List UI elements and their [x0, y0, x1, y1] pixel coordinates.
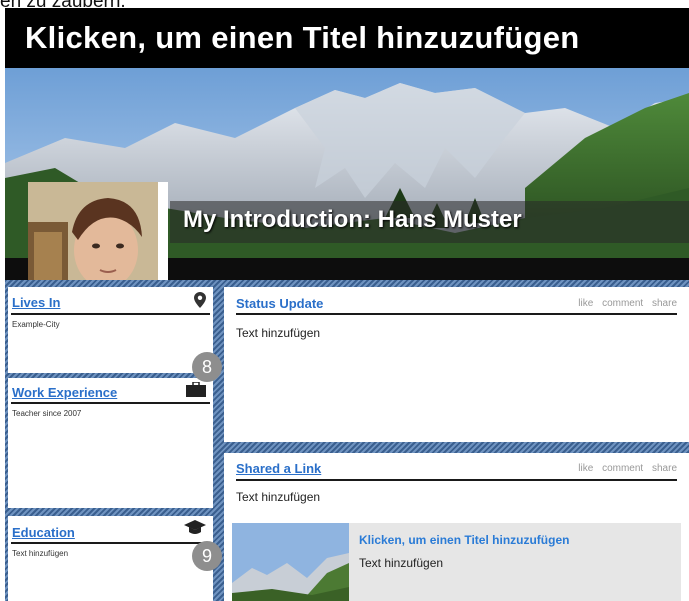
education-text[interactable]: Text hinzufügen — [12, 549, 68, 558]
like-link[interactable]: like — [578, 298, 593, 309]
map-pin-icon — [194, 292, 206, 308]
comment-link[interactable]: comment — [602, 298, 643, 309]
link-preview-title[interactable]: Klicken, um einen Titel hinzuzufügen — [359, 533, 569, 547]
avatar — [28, 182, 158, 280]
link-preview[interactable]: Klicken, um einen Titel hinzuzufügen Tex… — [232, 523, 681, 601]
status-update-divider — [236, 313, 677, 315]
work-experience-text[interactable]: Teacher since 2007 — [12, 409, 81, 418]
intro-title[interactable]: My Introduction: Hans Muster — [183, 206, 522, 234]
lives-in-divider — [11, 313, 210, 315]
link-preview-text[interactable]: Text hinzufügen — [359, 556, 443, 570]
education-divider — [11, 542, 210, 544]
education-title[interactable]: Education — [12, 525, 75, 540]
shared-link-title[interactable]: Shared a Link — [236, 461, 321, 476]
step-badge-8: 8 — [192, 352, 222, 382]
status-update-card[interactable]: Status Update like comment share Text hi… — [224, 287, 689, 442]
shared-link-text[interactable]: Text hinzufügen — [236, 490, 320, 504]
slide: Klicken, um einen Titel hinzuzufügen My … — [5, 8, 689, 601]
graduation-cap-icon — [184, 520, 206, 534]
education-card[interactable]: Education Text hinzufügen — [8, 516, 213, 601]
step-badge-9: 9 — [192, 541, 222, 571]
banner-image — [5, 68, 689, 280]
like-link[interactable]: like — [578, 463, 593, 474]
status-update-title[interactable]: Status Update — [236, 296, 323, 311]
status-update-text[interactable]: Text hinzufügen — [236, 326, 320, 340]
title-placeholder[interactable]: Klicken, um einen Titel hinzuzufügen — [5, 8, 689, 68]
briefcase-icon — [186, 382, 206, 397]
slide-title: Klicken, um einen Titel hinzuzufügen — [25, 20, 580, 55]
profile-photo[interactable] — [28, 182, 168, 280]
work-experience-title[interactable]: Work Experience — [12, 385, 117, 400]
lives-in-text[interactable]: Example-City — [12, 320, 60, 329]
link-preview-image — [232, 523, 349, 601]
status-actions: like comment share — [549, 298, 677, 309]
lives-in-title[interactable]: Lives In — [12, 295, 60, 310]
lives-in-card[interactable]: Lives In Example-City — [8, 287, 213, 373]
comment-link[interactable]: comment — [602, 463, 643, 474]
share-link[interactable]: share — [652, 463, 677, 474]
shared-link-divider — [236, 479, 677, 481]
work-experience-card[interactable]: Work Experience Teacher since 2007 — [8, 378, 213, 508]
shared-actions: like comment share — [549, 463, 677, 474]
share-link[interactable]: share — [652, 298, 677, 309]
shared-link-card[interactable]: Shared a Link like comment share Text hi… — [224, 453, 689, 601]
work-experience-divider — [11, 402, 210, 404]
